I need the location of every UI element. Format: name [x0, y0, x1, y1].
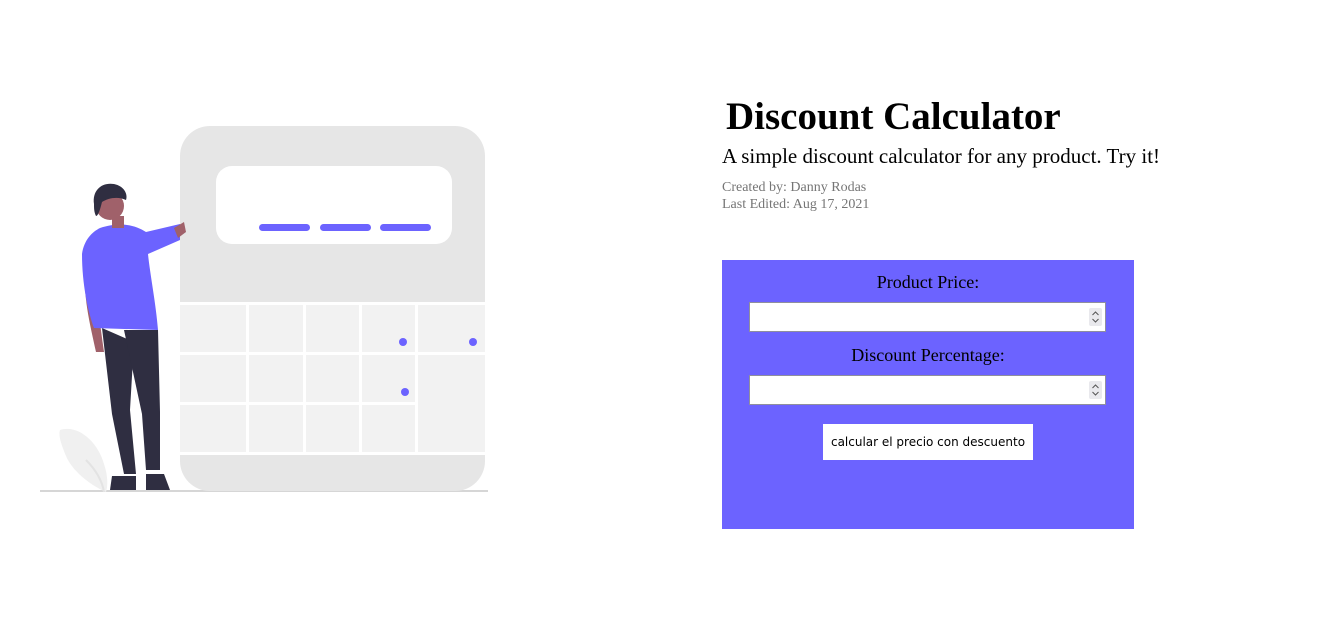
person-icon — [82, 183, 186, 490]
number-spinner-icon[interactable] — [1089, 381, 1102, 399]
calculator-illustration — [40, 126, 488, 493]
page-title: Discount Calculator — [726, 95, 1061, 138]
page-subtitle: A simple discount calculator for any pro… — [722, 144, 1161, 168]
price-input[interactable] — [749, 302, 1106, 332]
header: Discount Calculator A simple discount ca… — [722, 94, 1282, 213]
price-label: Product Price: — [876, 272, 980, 292]
discount-label: Discount Percentage: — [851, 345, 1005, 365]
calculator-form: Product Price: Discount Percentage: calc… — [722, 260, 1134, 529]
page: Discount Calculator A simple discount ca… — [0, 0, 1329, 621]
author-meta: Created by: Danny Rodas Last Edited: Aug… — [722, 179, 1282, 213]
calculate-discount-button[interactable]: calcular el precio con descuento — [823, 424, 1033, 460]
discount-input[interactable] — [749, 375, 1106, 405]
plant-icon — [59, 428, 108, 493]
calculator-display — [216, 166, 452, 244]
number-spinner-icon[interactable] — [1089, 308, 1102, 326]
created-by: Created by: Danny Rodas — [722, 180, 867, 195]
last-edited: Last Edited: Aug 17, 2021 — [722, 197, 870, 212]
